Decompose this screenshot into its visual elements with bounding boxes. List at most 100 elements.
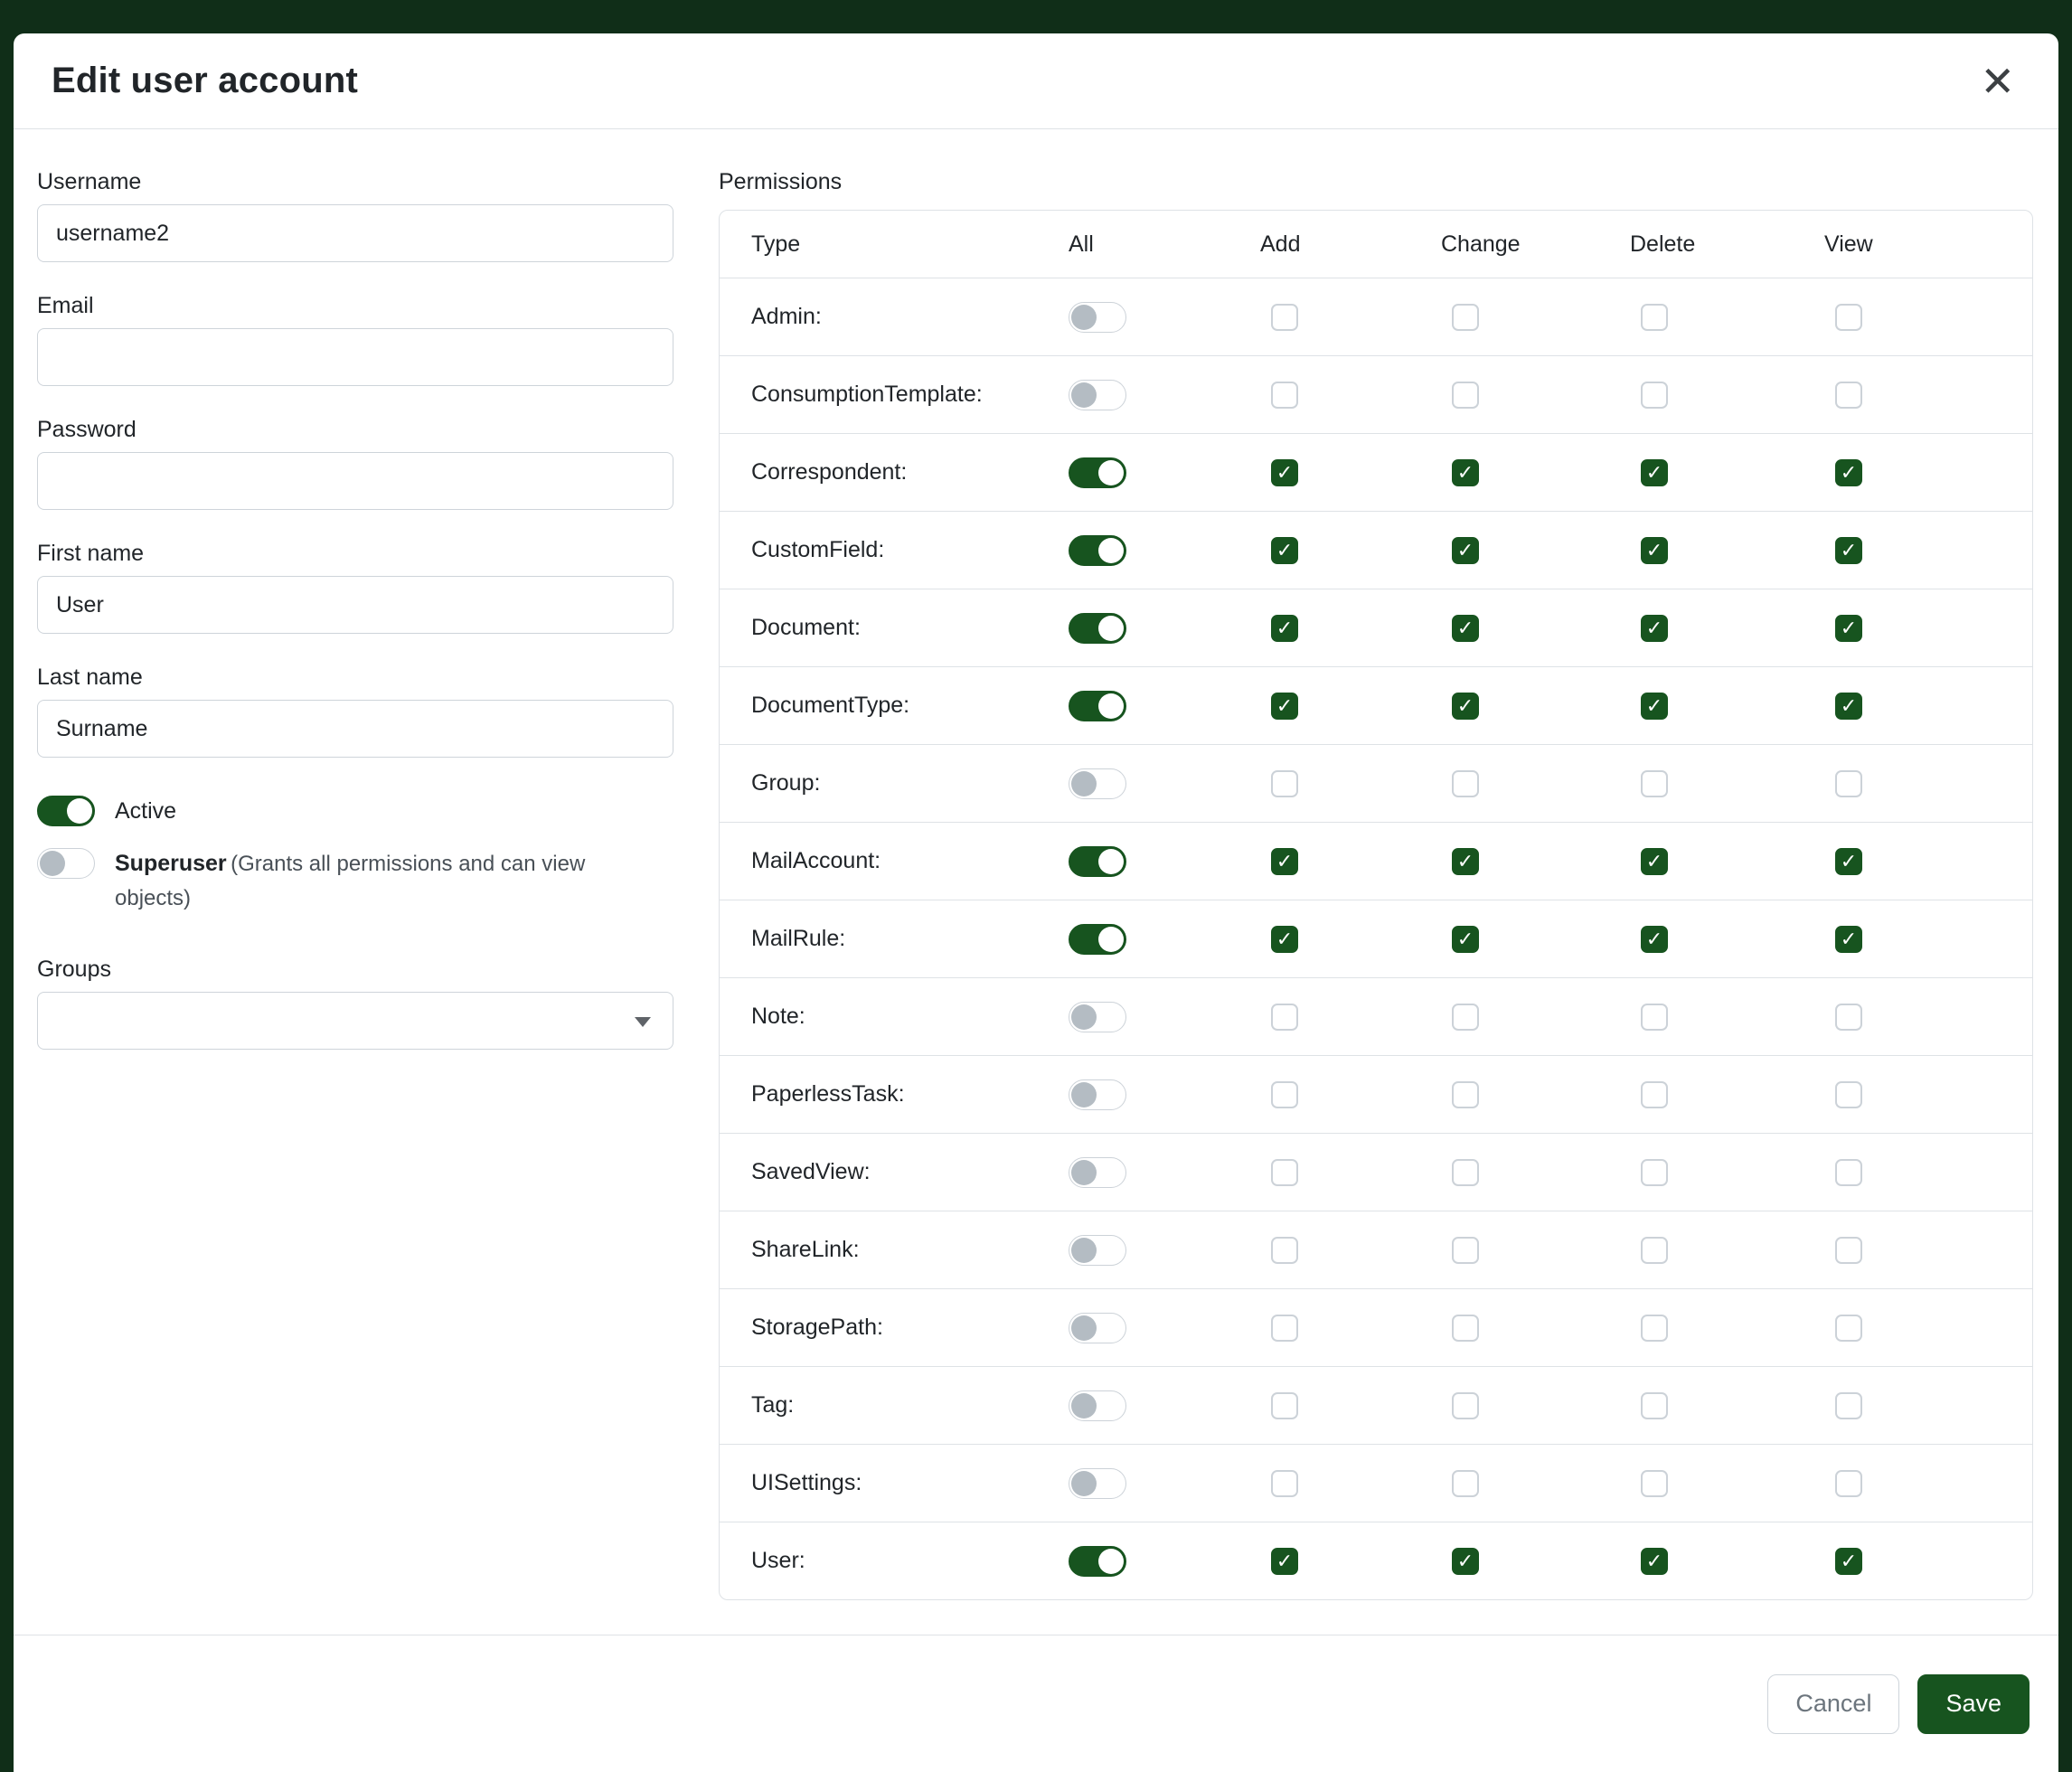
permission-delete-checkbox[interactable]	[1641, 1315, 1668, 1342]
permission-view-checkbox[interactable]: ✓	[1835, 1548, 1862, 1575]
active-toggle[interactable]	[37, 796, 95, 826]
username-input[interactable]	[37, 204, 673, 262]
permission-change-checkbox[interactable]	[1452, 1004, 1479, 1031]
permission-change-checkbox[interactable]: ✓	[1452, 537, 1479, 564]
permission-change-checkbox[interactable]	[1452, 304, 1479, 331]
permission-add-checkbox[interactable]: ✓	[1271, 537, 1298, 564]
save-button[interactable]: Save	[1917, 1674, 2030, 1734]
permission-view-checkbox[interactable]	[1835, 1237, 1862, 1264]
permission-all-toggle[interactable]	[1069, 302, 1126, 333]
permission-view-checkbox[interactable]	[1835, 1159, 1862, 1186]
permission-type-label: UISettings:	[720, 1470, 1069, 1496]
permission-add-checkbox[interactable]	[1271, 304, 1298, 331]
permission-all-toggle[interactable]	[1069, 691, 1126, 721]
permission-add-checkbox[interactable]: ✓	[1271, 459, 1298, 486]
permission-add-checkbox[interactable]	[1271, 382, 1298, 409]
permission-change-checkbox[interactable]	[1452, 770, 1479, 797]
permission-all-toggle[interactable]	[1069, 1468, 1126, 1499]
permission-view-checkbox[interactable]	[1835, 770, 1862, 797]
permission-delete-checkbox[interactable]: ✓	[1641, 1548, 1668, 1575]
superuser-toggle[interactable]	[37, 848, 95, 879]
cancel-button[interactable]: Cancel	[1767, 1674, 1899, 1734]
permission-add-checkbox[interactable]	[1271, 1081, 1298, 1108]
permission-add-checkbox[interactable]: ✓	[1271, 693, 1298, 720]
permission-delete-checkbox[interactable]	[1641, 1237, 1668, 1264]
permission-view-checkbox[interactable]	[1835, 304, 1862, 331]
permission-all-toggle[interactable]	[1069, 613, 1126, 644]
permission-all-toggle[interactable]	[1069, 1079, 1126, 1110]
permission-delete-checkbox[interactable]: ✓	[1641, 615, 1668, 642]
permission-all-toggle[interactable]	[1069, 1313, 1126, 1343]
last-name-input[interactable]	[37, 700, 673, 758]
permission-view-checkbox[interactable]	[1835, 1004, 1862, 1031]
permission-all-toggle[interactable]	[1069, 535, 1126, 566]
permission-change-checkbox[interactable]	[1452, 1081, 1479, 1108]
permission-delete-checkbox[interactable]	[1641, 1392, 1668, 1419]
permission-all-toggle[interactable]	[1069, 1546, 1126, 1577]
permission-row: Note:	[720, 977, 2032, 1055]
permission-delete-checkbox[interactable]	[1641, 1081, 1668, 1108]
permission-change-checkbox[interactable]	[1452, 382, 1479, 409]
toggle-knob	[1098, 849, 1124, 874]
permission-type-label: StoragePath:	[720, 1315, 1069, 1341]
permission-view-checkbox[interactable]	[1835, 1392, 1862, 1419]
permission-view-checkbox[interactable]	[1835, 1470, 1862, 1497]
permission-all-toggle[interactable]	[1069, 1235, 1126, 1266]
permission-delete-checkbox[interactable]: ✓	[1641, 537, 1668, 564]
permission-add-checkbox[interactable]	[1271, 770, 1298, 797]
permission-change-checkbox[interactable]	[1452, 1315, 1479, 1342]
permission-change-checkbox[interactable]: ✓	[1452, 848, 1479, 875]
permission-add-checkbox[interactable]: ✓	[1271, 1548, 1298, 1575]
permission-view-checkbox[interactable]: ✓	[1835, 926, 1862, 953]
permission-add-checkbox[interactable]	[1271, 1159, 1298, 1186]
permission-view-checkbox[interactable]	[1835, 382, 1862, 409]
first-name-input[interactable]	[37, 576, 673, 634]
permission-change-checkbox[interactable]: ✓	[1452, 693, 1479, 720]
permission-delete-checkbox[interactable]: ✓	[1641, 693, 1668, 720]
permission-view-checkbox[interactable]: ✓	[1835, 693, 1862, 720]
permission-all-toggle[interactable]	[1069, 924, 1126, 955]
permission-add-checkbox[interactable]	[1271, 1470, 1298, 1497]
permission-add-checkbox[interactable]: ✓	[1271, 848, 1298, 875]
email-input[interactable]	[37, 328, 673, 386]
groups-select[interactable]	[37, 992, 673, 1050]
permission-change-checkbox[interactable]: ✓	[1452, 615, 1479, 642]
permission-view-checkbox[interactable]: ✓	[1835, 537, 1862, 564]
permission-add-checkbox[interactable]: ✓	[1271, 926, 1298, 953]
permission-all-toggle[interactable]	[1069, 380, 1126, 410]
permission-change-checkbox[interactable]: ✓	[1452, 1548, 1479, 1575]
permission-view-checkbox[interactable]: ✓	[1835, 615, 1862, 642]
permission-all-toggle[interactable]	[1069, 1002, 1126, 1032]
permission-change-checkbox[interactable]: ✓	[1452, 926, 1479, 953]
permission-change-checkbox[interactable]: ✓	[1452, 459, 1479, 486]
permission-all-toggle[interactable]	[1069, 1390, 1126, 1421]
permission-add-checkbox[interactable]: ✓	[1271, 615, 1298, 642]
permission-delete-checkbox[interactable]: ✓	[1641, 848, 1668, 875]
permission-add-checkbox[interactable]	[1271, 1237, 1298, 1264]
permission-view-checkbox[interactable]: ✓	[1835, 848, 1862, 875]
permission-all-toggle[interactable]	[1069, 768, 1126, 799]
permission-delete-checkbox[interactable]: ✓	[1641, 459, 1668, 486]
permission-delete-checkbox[interactable]: ✓	[1641, 926, 1668, 953]
permission-delete-checkbox[interactable]	[1641, 382, 1668, 409]
permission-delete-checkbox[interactable]	[1641, 304, 1668, 331]
permission-view-checkbox[interactable]	[1835, 1081, 1862, 1108]
permission-delete-checkbox[interactable]	[1641, 1470, 1668, 1497]
permission-view-checkbox[interactable]	[1835, 1315, 1862, 1342]
permission-add-checkbox[interactable]	[1271, 1004, 1298, 1031]
permission-delete-checkbox[interactable]	[1641, 770, 1668, 797]
permission-add-checkbox[interactable]	[1271, 1392, 1298, 1419]
permission-all-toggle[interactable]	[1069, 846, 1126, 877]
permission-change-checkbox[interactable]	[1452, 1392, 1479, 1419]
permission-change-checkbox[interactable]	[1452, 1237, 1479, 1264]
permission-add-checkbox[interactable]	[1271, 1315, 1298, 1342]
permission-view-checkbox[interactable]: ✓	[1835, 459, 1862, 486]
close-icon[interactable]: ✕	[1974, 61, 2020, 102]
permission-delete-checkbox[interactable]	[1641, 1159, 1668, 1186]
permission-change-checkbox[interactable]	[1452, 1159, 1479, 1186]
permission-delete-checkbox[interactable]	[1641, 1004, 1668, 1031]
permission-change-checkbox[interactable]	[1452, 1470, 1479, 1497]
permission-all-toggle[interactable]	[1069, 1157, 1126, 1188]
permission-all-toggle[interactable]	[1069, 457, 1126, 488]
password-input[interactable]	[37, 452, 673, 510]
